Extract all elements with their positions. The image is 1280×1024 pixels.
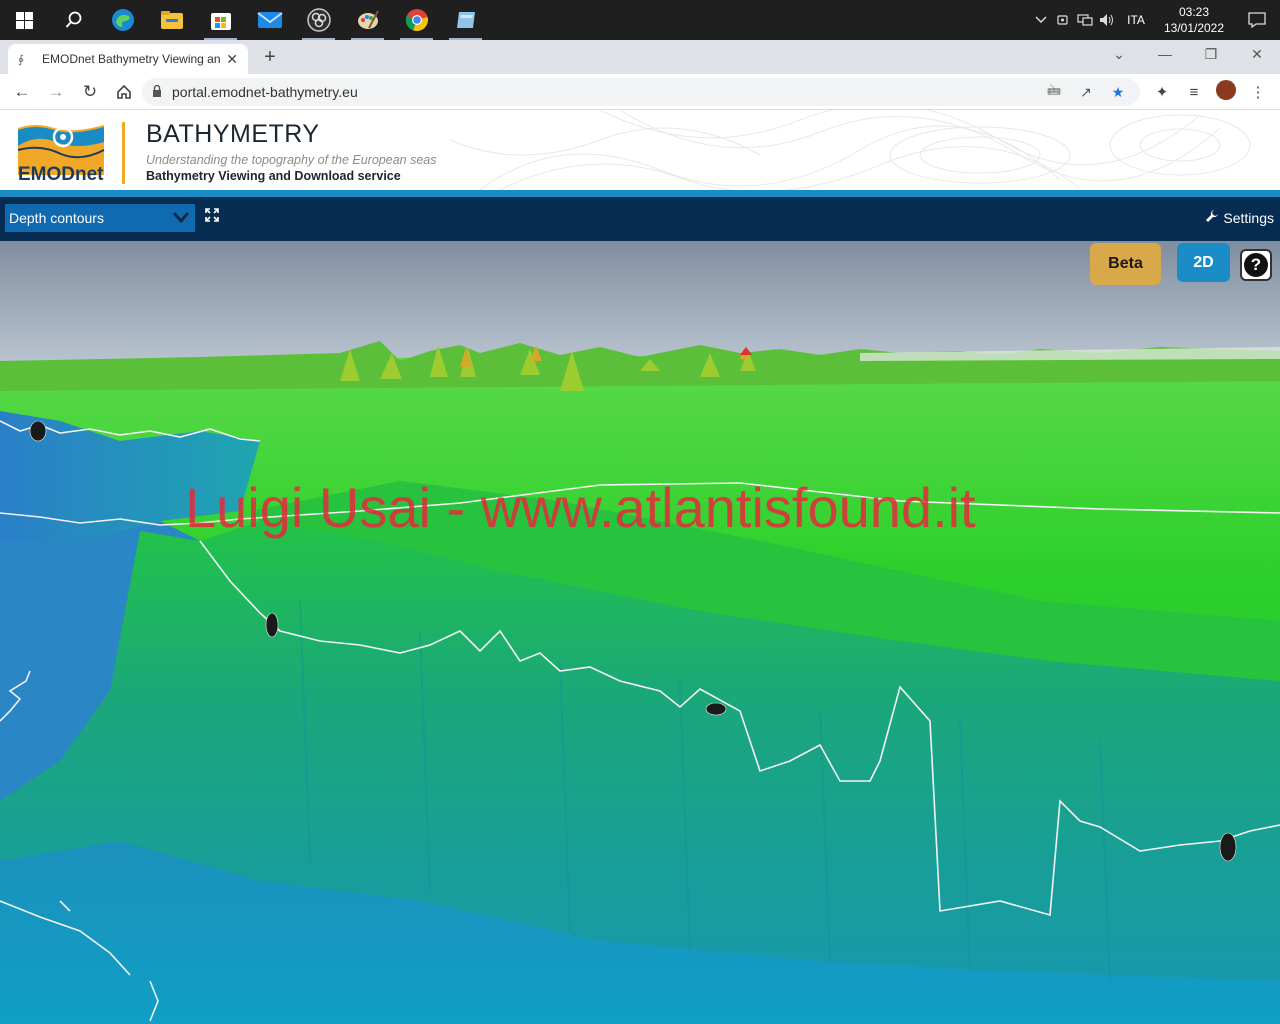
restore-button[interactable]: ❐ bbox=[1196, 46, 1226, 66]
meet-now-icon[interactable] bbox=[1052, 0, 1074, 40]
translate-icon[interactable]: 🖮 bbox=[1038, 80, 1070, 104]
logo-text: EMODnet bbox=[18, 164, 104, 185]
chevron-down-icon bbox=[172, 212, 190, 224]
overlay-watermark: Luigi Usai - www.atlantisfound.it bbox=[185, 476, 976, 539]
clock-date: 13/01/2022 bbox=[1163, 21, 1225, 35]
tab-search-icon[interactable]: ⌄ bbox=[1104, 46, 1134, 66]
tab-title: EMODnet Bathymetry Viewing an bbox=[42, 52, 221, 66]
language-indicator[interactable]: ITA bbox=[1118, 13, 1154, 27]
header-band bbox=[0, 190, 1280, 197]
menu-dots-icon[interactable]: ⋮ bbox=[1242, 83, 1274, 101]
help-icon: ? bbox=[1244, 253, 1268, 277]
windows-start-icon[interactable] bbox=[0, 0, 49, 40]
microsoft-store-icon[interactable] bbox=[196, 0, 245, 40]
reading-list-icon[interactable]: ≡ bbox=[1178, 84, 1210, 101]
window-close-button[interactable]: ✕ bbox=[1242, 46, 1272, 66]
url-text[interactable]: portal.emodnet-bathymetry.eu bbox=[172, 84, 358, 100]
notes-icon[interactable] bbox=[441, 0, 490, 40]
bathymetry-3d-view[interactable]: Luigi Usai - www.atlantisfound.it Beta 2… bbox=[0, 241, 1280, 1024]
layer-select-value: Depth contours bbox=[9, 210, 104, 226]
forward-arrow-icon[interactable]: → bbox=[40, 76, 72, 108]
bookmark-star-icon[interactable]: ★ bbox=[1102, 84, 1134, 101]
minimize-button[interactable]: — bbox=[1150, 46, 1180, 66]
settings-button[interactable]: Settings bbox=[1205, 209, 1274, 226]
lock-icon[interactable] bbox=[152, 84, 162, 100]
app-toolbar: Depth contours Settings bbox=[0, 197, 1280, 241]
paint-icon[interactable] bbox=[343, 0, 392, 40]
wrench-icon bbox=[1205, 209, 1219, 226]
header-divider bbox=[122, 122, 125, 184]
edge-icon[interactable] bbox=[98, 0, 147, 40]
2d-view-button[interactable]: 2D bbox=[1177, 243, 1230, 282]
new-tab-button[interactable]: + bbox=[258, 46, 282, 70]
obs-icon[interactable] bbox=[294, 0, 343, 40]
layer-select[interactable]: Depth contours bbox=[5, 204, 195, 232]
volume-icon[interactable] bbox=[1096, 0, 1118, 40]
file-explorer-icon[interactable] bbox=[147, 0, 196, 40]
chrome-icon[interactable] bbox=[392, 0, 441, 40]
clock[interactable]: 03:23 13/01/2022 bbox=[1154, 4, 1234, 36]
windows-taskbar: ITA 03:23 13/01/2022 bbox=[0, 0, 1280, 40]
help-button[interactable]: ? bbox=[1240, 249, 1272, 281]
system-tray: ITA 03:23 13/01/2022 bbox=[1030, 0, 1280, 40]
tab-favicon-icon: ∳ bbox=[18, 53, 24, 66]
back-arrow-icon[interactable]: ← bbox=[6, 76, 38, 108]
page-title: BATHYMETRY bbox=[146, 120, 320, 148]
clock-time: 03:23 bbox=[1178, 5, 1210, 19]
browser-tabstrip: ∳ EMODnet Bathymetry Viewing an ✕ + ⌄ — … bbox=[0, 40, 1280, 74]
search-icon[interactable] bbox=[49, 0, 98, 40]
home-icon[interactable] bbox=[108, 76, 140, 108]
extension-area: ✦ ≡ ⋮ bbox=[1146, 74, 1274, 110]
page-subtitle: Understanding the topography of the Euro… bbox=[146, 153, 437, 167]
site-header: EMODnet BATHYMETRY Understanding the top… bbox=[0, 110, 1280, 190]
terrain-render bbox=[0, 241, 1280, 1024]
mail-icon[interactable] bbox=[245, 0, 294, 40]
profile-avatar[interactable] bbox=[1210, 80, 1242, 104]
network-icon[interactable] bbox=[1074, 0, 1096, 40]
address-bar[interactable]: portal.emodnet-bathymetry.eu 🖮 ↗ ★ bbox=[142, 78, 1140, 106]
service-name: Bathymetry Viewing and Download service bbox=[146, 169, 401, 183]
share-icon[interactable]: ↗ bbox=[1070, 84, 1102, 101]
browser-toolbar: ← → ↻ portal.emodnet-bathymetry.eu 🖮 ↗ ★… bbox=[0, 74, 1280, 110]
reload-icon[interactable]: ↻ bbox=[74, 76, 106, 108]
chevron-up-icon[interactable] bbox=[1030, 0, 1052, 40]
extensions-puzzle-icon[interactable]: ✦ bbox=[1146, 83, 1178, 101]
notification-icon[interactable] bbox=[1234, 0, 1280, 40]
settings-label: Settings bbox=[1223, 209, 1274, 226]
browser-tab[interactable]: ∳ EMODnet Bathymetry Viewing an ✕ bbox=[8, 44, 248, 74]
fullscreen-icon[interactable] bbox=[203, 208, 221, 226]
beta-button[interactable]: Beta bbox=[1090, 243, 1161, 285]
tab-close-icon[interactable]: ✕ bbox=[226, 51, 238, 68]
omnibox-actions: 🖮 ↗ ★ bbox=[1038, 78, 1134, 106]
